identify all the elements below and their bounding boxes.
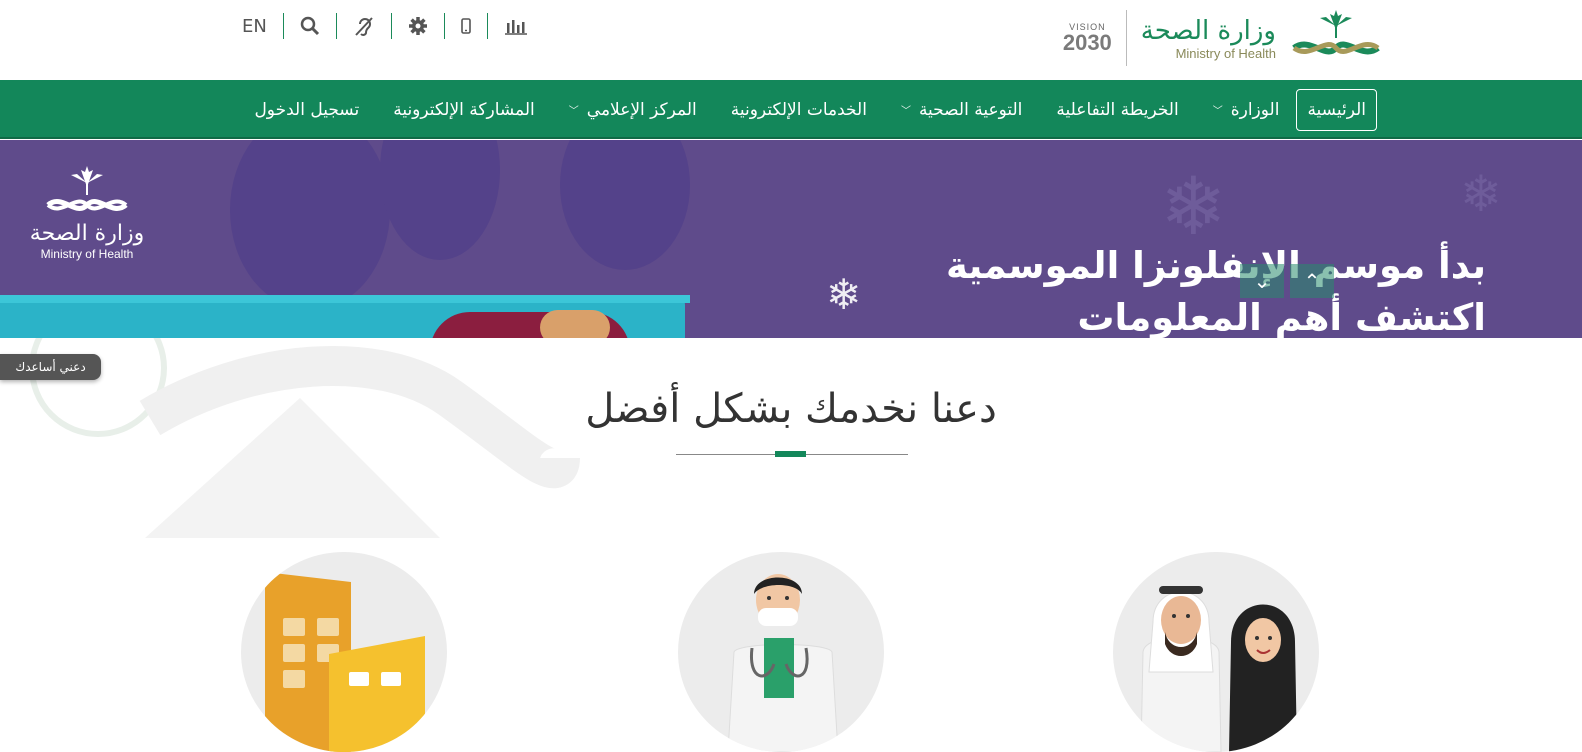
nav-item-label: التوعية الصحية: [918, 99, 1023, 120]
section-title: دعنا نخدمك بشكل أفضل: [585, 386, 997, 432]
banner-logo: وزارة الصحة Ministry of Health: [28, 165, 146, 261]
logo-english: Ministry of Health: [1175, 45, 1276, 61]
help-button[interactable]: دعني أساعدك: [0, 354, 101, 380]
nav-item-eservices[interactable]: الخدمات الإلكترونية: [714, 89, 884, 131]
card-doctors[interactable]: [678, 552, 884, 752]
search-icon: [300, 16, 319, 36]
doctor-icon: [727, 574, 839, 752]
mobile-icon: [461, 18, 471, 34]
snowflake-icon: ❄: [826, 270, 862, 319]
chevron-down-icon: ⌄: [1253, 269, 1271, 293]
buildings-icon: [265, 572, 425, 752]
nav-item-login[interactable]: تسجيل الدخول: [237, 89, 376, 131]
card-establishments[interactable]: [241, 552, 447, 752]
banner-logo-english: Ministry of Health: [40, 247, 134, 261]
language-switch[interactable]: EN: [236, 13, 283, 39]
nav-item-label: تسجيل الدخول: [254, 99, 360, 120]
couch-image: [0, 295, 690, 303]
nav-item-interactive-map[interactable]: الخريطة التفاعلية: [1039, 89, 1195, 131]
hearing-icon: [355, 17, 373, 36]
blanket-image: [540, 310, 610, 338]
utility-bar: EN: [236, 12, 544, 40]
palm-emblem-icon: [46, 166, 128, 211]
palm-emblem-icon: [1292, 10, 1380, 55]
family-icon: [1140, 586, 1297, 752]
slider-prev-button[interactable]: ⌄: [1240, 264, 1284, 298]
banner-decoration: [560, 140, 690, 270]
nav-item-label: الوزارة: [1230, 99, 1280, 120]
nav-item-home[interactable]: الرئيسية: [1296, 88, 1377, 131]
vision-2030-logo: VISION 2030: [1063, 10, 1127, 66]
nav-item-health-awareness[interactable]: ﹀ التوعية الصحية: [884, 89, 1039, 131]
banner-line-1: بدأ موسم الإنفلونزا الموسمية: [945, 244, 1486, 287]
slider-next-button[interactable]: ⌃: [1290, 264, 1334, 298]
banner-logo-arabic: وزارة الصحة: [29, 221, 145, 246]
settings-button[interactable]: [390, 13, 444, 39]
chevron-up-icon: ⌃: [1303, 269, 1321, 293]
banner-decoration: [380, 140, 500, 260]
title-accent: [775, 451, 806, 457]
search-button[interactable]: [282, 13, 336, 39]
nav-item-label: الرئيسية: [1307, 99, 1366, 120]
nav-item-label: الخريطة التفاعلية: [1056, 99, 1179, 120]
nav-item-label: المشاركة الإلكترونية: [393, 99, 535, 120]
chevron-down-icon: ﹀: [900, 106, 911, 117]
snowflake-icon: ❄: [1460, 165, 1502, 223]
nav-item-media-center[interactable]: ﹀ المركز الإعلامي: [552, 89, 714, 131]
nav-items: الرئيسية ﹀ الوزارة الخريطة التفاعلية ﹀ الت…: [237, 80, 1377, 139]
banner-headline: بدأ موسم الإنفلونزا الموسمية اكتشف أهم ا…: [946, 240, 1486, 338]
language-switch-label: EN: [242, 15, 267, 37]
logo-text: وزارة الصحة Ministry of Health: [1141, 16, 1276, 61]
chevron-down-icon: ﹀: [568, 106, 579, 117]
ministry-logo[interactable]: VISION 2030 وزارة الصحة Ministry of Heal…: [1063, 8, 1382, 68]
nav-item-eparticipation[interactable]: المشاركة الإلكترونية: [376, 89, 552, 131]
hearing-button[interactable]: [335, 13, 391, 39]
banner-decoration: [230, 140, 390, 310]
vision-year: 2030: [1062, 30, 1112, 55]
stats-icon: [504, 20, 527, 35]
hero-banner[interactable]: ❄ ❄ ❄ وزارة الصحة Ministry of Health بدأ…: [0, 140, 1582, 338]
top-bar: EN VISION 2030 وزارة الصحة Ministry of H…: [0, 0, 1582, 80]
stats-button[interactable]: [486, 13, 544, 39]
main-navigation: الرئيسية ﹀ الوزارة الخريطة التفاعلية ﹀ الت…: [0, 80, 1582, 139]
card-citizens[interactable]: [1113, 552, 1319, 752]
gear-icon: [408, 17, 427, 35]
nav-item-label: الخدمات الإلكترونية: [730, 99, 867, 120]
banner-line-2: اكتشف أهم المعلومات: [1077, 296, 1486, 338]
logo-arabic: وزارة الصحة: [1140, 15, 1276, 46]
mobile-button[interactable]: [443, 13, 487, 39]
chevron-down-icon: ﹀: [1212, 106, 1223, 117]
nav-item-ministry[interactable]: ﹀ الوزارة: [1196, 89, 1297, 131]
nav-item-label: المركز الإعلامي: [586, 99, 697, 120]
help-button-label: دعني أساعدك: [15, 360, 86, 374]
